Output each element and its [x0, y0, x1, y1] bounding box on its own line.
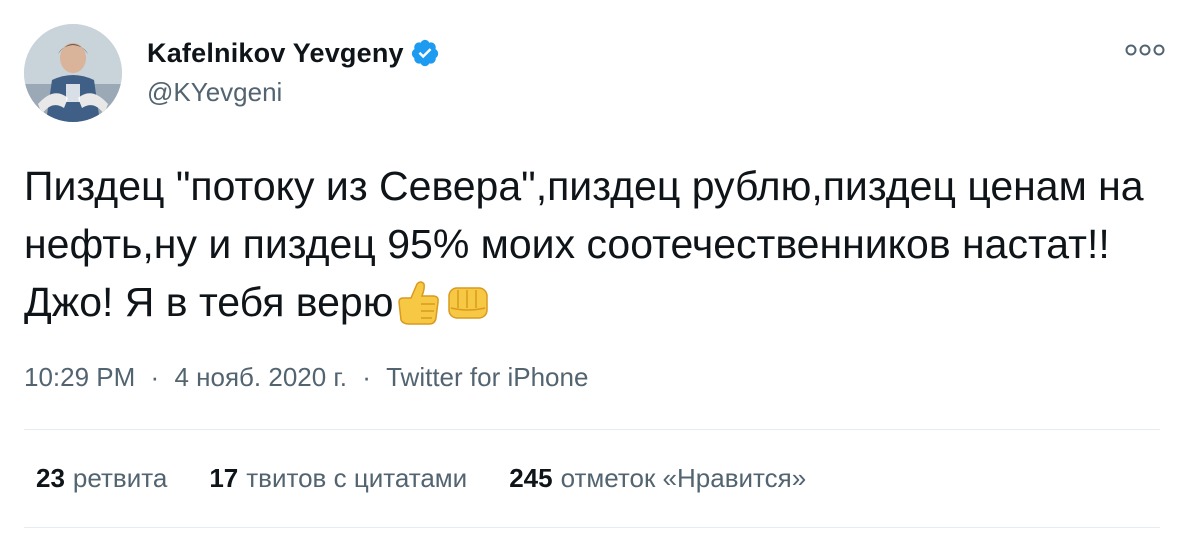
avatar[interactable]	[24, 24, 122, 122]
likes-count: 245	[509, 463, 553, 493]
display-name[interactable]: Kafelnikov Yevgeny	[147, 38, 404, 69]
tweet-date[interactable]: 4 нояб. 2020 г.	[174, 362, 347, 392]
quotes-stat[interactable]: 17 твитов с цитатами	[209, 463, 467, 494]
retweets-label: ретвита	[72, 463, 168, 493]
likes-label: отметок «Нравится»	[560, 463, 807, 493]
profile-photo-icon	[24, 24, 122, 122]
verified-badge-icon	[410, 38, 440, 68]
tweet-time[interactable]: 10:29 PM	[24, 362, 135, 392]
author-block[interactable]: Kafelnikov Yevgeny @KYevgeni	[147, 36, 440, 108]
quotes-count: 17	[209, 463, 239, 493]
tweet-stats: 23 ретвита 17 твитов с цитатами 245 отметок…	[36, 463, 848, 494]
raised-fist-emoji	[443, 278, 493, 343]
retweets-stat[interactable]: 23 ретвита	[36, 463, 167, 494]
meta-separator: ·	[150, 362, 160, 392]
thumbs-up-emoji	[393, 278, 443, 343]
handle[interactable]: @KYevgeni	[147, 77, 440, 108]
divider	[24, 429, 1160, 430]
retweets-count: 23	[36, 463, 65, 493]
more-options-icon[interactable]	[1124, 40, 1166, 60]
name-row: Kafelnikov Yevgeny	[147, 36, 440, 70]
tweet-text-body: Пиздец "потоку из Севера",пиздец рублю,п…	[24, 163, 1144, 325]
tweet-text: Пиздец "потоку из Севера",пиздец рублю,п…	[24, 157, 1174, 343]
quotes-label: твитов с цитатами	[246, 463, 468, 493]
tweet-source[interactable]: Twitter for iPhone	[386, 362, 588, 392]
likes-stat[interactable]: 245 отметок «Нравится»	[509, 463, 806, 494]
tweet-meta: 10:29 PM · 4 нояб. 2020 г. · Twitter for…	[24, 362, 588, 393]
divider	[24, 527, 1160, 528]
tweet-card: Kafelnikov Yevgeny @KYevgeni Пиздец "пот…	[0, 0, 1194, 535]
meta-separator: ·	[362, 362, 371, 392]
